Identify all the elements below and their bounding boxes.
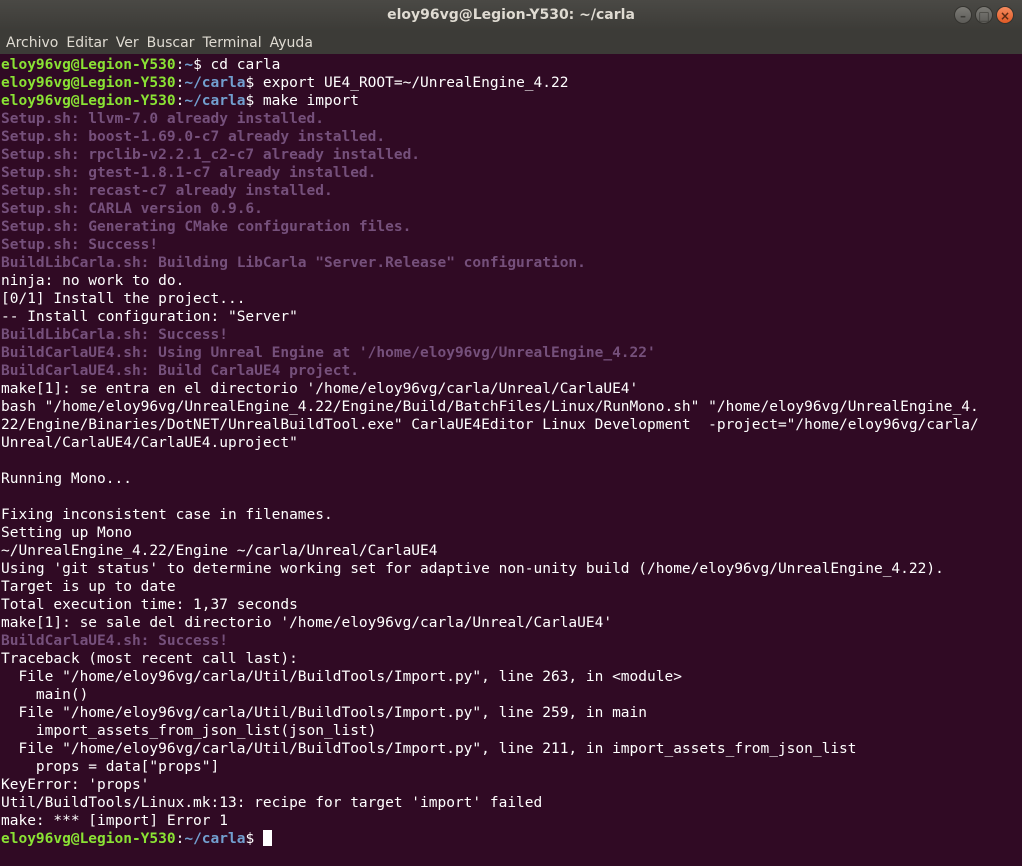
prompt-path: ~: [184, 57, 194, 73]
terminal-line: eloy96vg@Legion-Y530:~/carla$: [1, 830, 1022, 848]
menu-editar[interactable]: Editar: [66, 35, 107, 51]
terminal-line: [0/1] Install the project...: [1, 291, 246, 307]
terminal-line: make: *** [import] Error 1: [1, 813, 228, 829]
terminal-line: Setup.sh: llvm-7.0 already installed.: [1, 111, 325, 127]
terminal-line: Setup.sh: recast-c7 already installed.: [1, 183, 333, 199]
terminal-line: Setting up Mono: [1, 525, 132, 541]
window-title: eloy96vg@Legion-Y530: ~/carla: [387, 7, 635, 23]
command-text: $: [245, 831, 263, 847]
terminal-line: Running Mono...: [1, 471, 132, 487]
title-bar[interactable]: eloy96vg@Legion-Y530: ~/carla – □ ×: [0, 0, 1022, 31]
command-text: $ export UE4_ROOT=~/UnrealEngine_4.22: [245, 75, 569, 91]
terminal-line: Setup.sh: gtest-1.8.1-c7 already install…: [1, 165, 377, 181]
window-controls: – □ ×: [954, 6, 1014, 24]
terminal-line: props = data["props"]: [1, 759, 220, 775]
terminal-line: Traceback (most recent call last):: [1, 651, 298, 667]
terminal-line: KeyError: 'props': [1, 777, 150, 793]
terminal-line: BuildLibCarla.sh: Building LibCarla "Ser…: [1, 255, 586, 271]
menu-terminal[interactable]: Terminal: [202, 35, 261, 51]
terminal-line: BuildCarlaUE4.sh: Using Unreal Engine at…: [1, 345, 656, 361]
terminal-line: Setup.sh: CARLA version 0.9.6.: [1, 201, 263, 217]
terminal-line: 22/Engine/Binaries/DotNET/UnrealBuildToo…: [1, 417, 979, 433]
terminal-line: -- Install configuration: "Server": [1, 309, 298, 325]
terminal-line: bash "/home/eloy96vg/UnrealEngine_4.22/E…: [1, 399, 979, 415]
terminal-line: ~/UnrealEngine_4.22/Engine ~/carla/Unrea…: [1, 543, 438, 559]
terminal-line: File "/home/eloy96vg/carla/Util/BuildToo…: [1, 669, 682, 685]
menu-buscar[interactable]: Buscar: [147, 35, 195, 51]
menu-archivo[interactable]: Archivo: [6, 35, 58, 51]
text-cursor: [262, 830, 272, 846]
prompt-user: eloy96vg@Legion-Y530: [1, 75, 176, 91]
terminal-line: main(): [1, 687, 89, 703]
prompt-user: eloy96vg@Legion-Y530: [1, 57, 176, 73]
terminal-line: make[1]: se sale del directorio '/home/e…: [1, 615, 613, 631]
terminal-line: Total execution time: 1,37 seconds: [1, 597, 298, 613]
terminal-line: eloy96vg@Legion-Y530:~/carla$ make impor…: [1, 92, 1022, 110]
command-text: $ make import: [245, 93, 359, 109]
terminal-line: Fixing inconsistent case in filenames.: [1, 507, 333, 523]
terminal-line: BuildCarlaUE4.sh: Build CarlaUE4 project…: [1, 363, 359, 379]
terminal-output[interactable]: eloy96vg@Legion-Y530:~$ cd carla eloy96vg…: [0, 54, 1022, 866]
terminal-line: BuildCarlaUE4.sh: Success!: [1, 633, 228, 649]
terminal-line: Setup.sh: Success!: [1, 237, 159, 253]
terminal-line: File "/home/eloy96vg/carla/Util/BuildToo…: [1, 705, 648, 721]
terminal-line: Setup.sh: rpclib-v2.2.1_c2-c7 already in…: [1, 147, 421, 163]
prompt-user: eloy96vg@Legion-Y530: [1, 831, 176, 847]
menu-ver[interactable]: Ver: [116, 35, 139, 51]
terminal-line: Util/BuildTools/Linux.mk:13: recipe for …: [1, 795, 543, 811]
prompt-path: ~/carla: [184, 75, 246, 91]
maximize-button[interactable]: □: [975, 6, 993, 24]
terminal-line: Unreal/CarlaUE4/CarlaUE4.uproject": [1, 435, 298, 451]
terminal-line: ninja: no work to do.: [1, 273, 185, 289]
terminal-line: import_assets_from_json_list(json_list): [1, 723, 377, 739]
minimize-button[interactable]: –: [954, 6, 972, 24]
menu-ayuda[interactable]: Ayuda: [270, 35, 313, 51]
terminal-line: Setup.sh: Generating CMake configuration…: [1, 219, 412, 235]
close-button[interactable]: ×: [996, 6, 1014, 24]
prompt-user: eloy96vg@Legion-Y530: [1, 93, 176, 109]
terminal-line: File "/home/eloy96vg/carla/Util/BuildToo…: [1, 741, 857, 757]
terminal-line: BuildLibCarla.sh: Success!: [1, 327, 228, 343]
terminal-line: Using 'git status' to determine working …: [1, 561, 944, 577]
prompt-path: ~/carla: [184, 831, 246, 847]
command-text: $ cd carla: [193, 57, 281, 73]
prompt-path: ~/carla: [184, 93, 246, 109]
terminal-window: eloy96vg@Legion-Y530: ~/carla – □ × Arch…: [0, 0, 1022, 866]
terminal-line: eloy96vg@Legion-Y530:~$ cd carla: [1, 56, 1022, 74]
terminal-line: eloy96vg@Legion-Y530:~/carla$ export UE4…: [1, 74, 1022, 92]
menu-bar: Archivo Editar Ver Buscar Terminal Ayuda: [0, 31, 1022, 54]
terminal-line: make[1]: se entra en el directorio '/hom…: [1, 381, 639, 397]
terminal-line: Setup.sh: boost-1.69.0-c7 already instal…: [1, 129, 386, 145]
terminal-line: Target is up to date: [1, 579, 176, 595]
